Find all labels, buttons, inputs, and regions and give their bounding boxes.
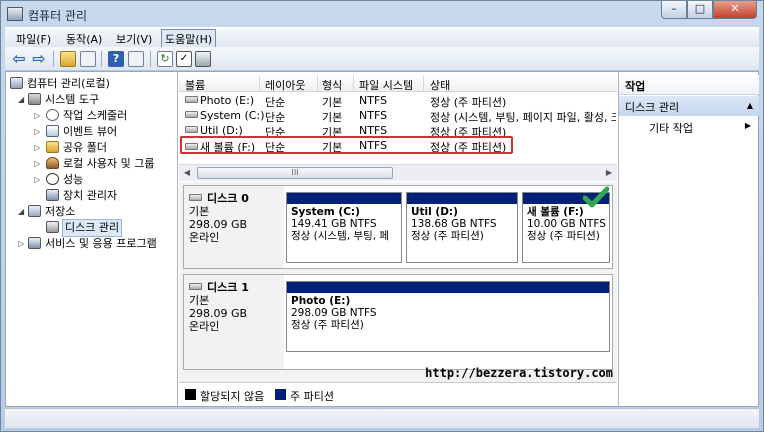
close-button[interactable]: ✕ — [713, 1, 757, 19]
up-folder-icon[interactable] — [60, 51, 76, 67]
device-manager-icon — [46, 189, 59, 201]
tree-item-services[interactable]: 서비스 및 응용 프로그램 — [28, 236, 157, 252]
collapse-up-icon[interactable]: ▲ — [747, 101, 753, 110]
scroll-thumb[interactable]: III — [197, 167, 393, 179]
maximize-button[interactable]: □ — [687, 1, 713, 19]
computer-icon — [10, 77, 23, 89]
volume-icon — [185, 111, 198, 118]
storage-icon — [28, 205, 41, 217]
green-checkmark-icon — [583, 186, 609, 208]
tree-item-performance[interactable]: 성능 — [46, 172, 83, 188]
expand-triangle-icon[interactable]: ▷ — [34, 156, 40, 172]
client-area: 컴퓨터 관리(로컬) ◢ 시스템 도구 ▷ 작업 스케줄러 ▷ 이벤트 뷰어 ▷… — [5, 71, 759, 407]
expand-triangle-icon[interactable]: ▷ — [34, 108, 40, 124]
services-icon — [28, 237, 41, 249]
toolbar: ⇦ ⇨ ? ↻ ✓ — [5, 47, 759, 71]
partition-photo-e[interactable]: Photo (E:) 298.09 GB NTFS 정상 (주 파티션) — [286, 281, 610, 352]
actions-pane: 작업 디스크 관리 ▲ 기타 작업 ▶ — [618, 72, 759, 406]
column-layout[interactable]: 레이아웃 — [265, 77, 305, 93]
red-highlight-box — [180, 136, 513, 154]
volume-list-header: 볼륨 레이아웃 형식 파일 시스템 상태 — [179, 75, 617, 92]
legend-primary-swatch — [275, 389, 286, 400]
volume-icon — [185, 96, 198, 103]
tree-item-shared-folders[interactable]: 공유 폴더 — [46, 140, 107, 156]
menu-view[interactable]: 보기(V) — [113, 31, 155, 47]
status-bar — [5, 408, 759, 428]
disk-graphical-view: 디스크 0 기본 298.09 GB 온라인 System (C:) 149.4… — [179, 182, 617, 406]
horizontal-scrollbar[interactable]: ◀ III ▶ — [179, 164, 617, 181]
tree-item-disk-management[interactable]: 디스크 관리 — [46, 219, 123, 237]
column-status[interactable]: 상태 — [430, 77, 450, 93]
submenu-arrow-icon: ▶ — [744, 121, 751, 130]
partition-util-d[interactable]: Util (D:) 138.68 GB NTFS 정상 (주 파티션) — [406, 192, 518, 263]
disk-0-info: 디스크 0 기본 298.09 GB 온라인 — [184, 186, 284, 268]
disk-management-pane: 볼륨 레이아웃 형식 파일 시스템 상태 Photo (E:) 단순 기본 NT… — [179, 72, 617, 406]
action-more-actions[interactable]: 기타 작업 ▶ — [619, 118, 759, 136]
tree-item-system-tools[interactable]: 시스템 도구 — [28, 92, 99, 108]
column-type[interactable]: 형식 — [322, 77, 342, 93]
watermark-url: http://bezzera.tistory.com — [425, 366, 613, 380]
expand-triangle-icon[interactable]: ▷ — [18, 236, 24, 252]
action-pane-icon[interactable] — [128, 51, 144, 67]
tree-item-device-manager[interactable]: 장치 관리자 — [46, 188, 117, 204]
expand-triangle-icon[interactable]: ▷ — [34, 124, 40, 140]
disk-1[interactable]: 디스크 1 기본 298.09 GB 온라인 Photo (E:) 298.09… — [183, 274, 613, 370]
menu-bar: 파일(F) 동작(A) 보기(V) 도움말(H) — [5, 27, 759, 49]
title-bar: 컴퓨터 관리 – □ ✕ — [1, 1, 763, 27]
clock-icon — [46, 109, 59, 121]
forward-arrow-icon[interactable]: ⇨ — [31, 51, 47, 67]
collapse-triangle-icon[interactable]: ◢ — [18, 204, 24, 220]
legend-primary-label: 주 파티션 — [290, 390, 334, 403]
tools-icon — [28, 93, 41, 105]
console-tree: 컴퓨터 관리(로컬) ◢ 시스템 도구 ▷ 작업 스케줄러 ▷ 이벤트 뷰어 ▷… — [6, 72, 178, 406]
partition-system-c[interactable]: System (C:) 149.41 GB NTFS 정상 (시스템, 부팅, … — [286, 192, 402, 263]
back-arrow-icon[interactable]: ⇦ — [11, 51, 27, 67]
expand-triangle-icon[interactable]: ▷ — [34, 172, 40, 188]
help-icon[interactable]: ? — [108, 51, 124, 67]
disk-1-info: 디스크 1 기본 298.09 GB 온라인 — [184, 275, 284, 369]
legend: 할당되지 않음 주 파티션 — [179, 382, 617, 406]
window-title: 컴퓨터 관리 — [28, 9, 88, 23]
disk-icon — [189, 283, 202, 290]
disk-0[interactable]: 디스크 0 기본 298.09 GB 온라인 System (C:) 149.4… — [183, 185, 613, 269]
volume-icon — [185, 126, 198, 133]
properties-icon[interactable]: ✓ — [176, 51, 192, 67]
tree-item-task-scheduler[interactable]: 작업 스케줄러 — [46, 108, 127, 124]
table-row[interactable]: Photo (E:) 단순 기본 NTFS 정상 (주 파티션) — [179, 93, 617, 109]
collapse-triangle-icon[interactable]: ◢ — [18, 92, 24, 108]
refresh-icon[interactable]: ↻ — [157, 51, 173, 67]
disk-management-icon — [46, 221, 59, 233]
shared-folder-icon — [46, 141, 59, 153]
console-tree-icon[interactable] — [80, 51, 96, 67]
computer-management-icon — [7, 7, 23, 21]
scroll-left-icon[interactable]: ◀ — [179, 166, 195, 180]
column-volume[interactable]: 볼륨 — [185, 77, 205, 93]
menu-file[interactable]: 파일(F) — [13, 31, 54, 47]
tree-item-local-users[interactable]: 로컬 사용자 및 그룹 — [46, 156, 154, 172]
expand-triangle-icon[interactable]: ▷ — [34, 140, 40, 156]
minimize-button[interactable]: – — [661, 1, 687, 19]
legend-unallocated-swatch — [185, 389, 196, 400]
event-viewer-icon — [46, 125, 59, 137]
tree-item-root[interactable]: 컴퓨터 관리(로컬) — [10, 76, 110, 92]
disk-icon — [189, 194, 202, 201]
column-file-system[interactable]: 파일 시스템 — [359, 77, 413, 93]
disk-settings-icon[interactable] — [195, 51, 211, 67]
window: 컴퓨터 관리 – □ ✕ 파일(F) 동작(A) 보기(V) 도움말(H) ⇦ … — [0, 0, 764, 432]
tree-item-event-viewer[interactable]: 이벤트 뷰어 — [46, 124, 117, 140]
actions-header: 작업 — [619, 75, 759, 95]
legend-unallocated-label: 할당되지 않음 — [200, 390, 265, 403]
users-icon — [46, 157, 59, 169]
tree-item-storage[interactable]: 저장소 — [28, 204, 75, 220]
table-row[interactable]: System (C:) 단순 기본 NTFS 정상 (시스템, 부팅, 페이지 … — [179, 108, 617, 124]
menu-action[interactable]: 동작(A) — [63, 31, 105, 47]
performance-icon — [46, 173, 59, 185]
actions-section-disk-management[interactable]: 디스크 관리 ▲ — [619, 96, 759, 116]
scroll-right-icon[interactable]: ▶ — [601, 166, 617, 180]
menu-help[interactable]: 도움말(H) — [161, 29, 217, 49]
